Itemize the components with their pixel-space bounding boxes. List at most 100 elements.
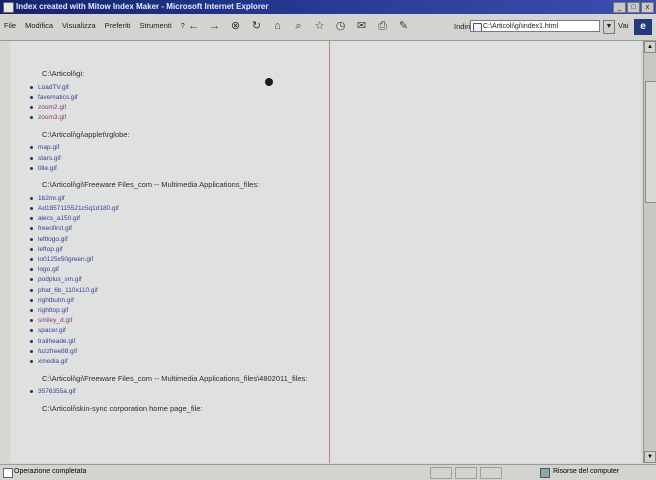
file-link[interactable]: title.gif	[38, 165, 57, 172]
file-link[interactable]: phat_6b_110x110.gif	[38, 287, 98, 294]
menu-help[interactable]: ?	[181, 21, 185, 30]
list-item: logo.gif	[22, 265, 307, 275]
list-item: stars.gif	[22, 153, 307, 163]
list-item: xmedia.gif	[22, 356, 307, 366]
list-item: podplus_sm.gif	[22, 275, 307, 285]
bullet-icon	[30, 329, 33, 333]
file-link[interactable]: favematics.gif	[38, 94, 78, 101]
minimize-button[interactable]: _	[613, 2, 626, 13]
go-button[interactable]: Vai	[618, 21, 628, 30]
stop-icon[interactable]: ⊗	[228, 19, 243, 34]
file-link[interactable]: xmedia.gif	[38, 358, 68, 365]
file-link[interactable]: rightbutm.gif	[38, 297, 74, 304]
list-item: zoom3.gif	[22, 113, 307, 123]
status-bar: Operazione completata Risorse del comput…	[0, 464, 656, 480]
file-link[interactable]: zoom2.gif	[38, 104, 66, 111]
status-pane	[430, 467, 452, 479]
search-icon[interactable]: ⌕	[291, 19, 306, 34]
file-link[interactable]: leftlogo.gif	[38, 236, 68, 243]
page-icon	[473, 23, 482, 31]
list-item: trailheade.gif	[22, 336, 307, 346]
file-link[interactable]: fuzzfree88.gif	[38, 348, 77, 355]
back-icon[interactable]: ←	[186, 19, 201, 34]
directory-path: C:\Articoli\gi\applet\rglobe:	[42, 129, 130, 139]
bullet-icon	[30, 196, 33, 200]
status-text: Operazione completata	[14, 468, 87, 475]
close-button[interactable]: x	[641, 2, 654, 13]
directory-path: C:\Articoli\gi\Freeware Files_com -- Mul…	[42, 180, 260, 190]
list-item: favematics.gif	[22, 92, 307, 102]
address-input[interactable]: C:\Articoli\gi\index1.html	[470, 20, 600, 32]
list-item: lo0125x50green.gif	[22, 254, 307, 264]
file-link[interactable]: trailheade.gif	[38, 338, 75, 345]
browser-window: Index created with Mitow Index Maker - M…	[0, 0, 656, 480]
file-link[interactable]: leftop.gif	[38, 246, 63, 253]
directory-section: C:\Articoli\gi\Freeware Files_com -- Mul…	[22, 374, 307, 397]
menu-strumenti[interactable]: Strumenti	[140, 21, 172, 30]
list-item: leftop.gif	[22, 244, 307, 254]
file-link[interactable]: LoadTV.gif	[38, 84, 69, 91]
file-link[interactable]: 1b2mr.gif	[38, 195, 65, 202]
bullet-icon	[30, 85, 33, 89]
address-dropdown-icon[interactable]: ▼	[603, 20, 615, 34]
menu-visualizza[interactable]: Visualizza	[62, 21, 96, 30]
scroll-down-icon[interactable]: ▼	[644, 451, 656, 463]
directory-listing: C:\Articoli\gi: LoadTV.gif favematics.gif z…	[22, 69, 307, 420]
page-done-icon	[3, 468, 13, 478]
menu-preferiti[interactable]: Preferiti	[105, 21, 131, 30]
home-icon[interactable]: ⌂	[270, 19, 285, 34]
file-link[interactable]: stars.gif	[38, 155, 61, 162]
bullet-icon	[30, 227, 33, 231]
bullet-icon	[30, 319, 33, 323]
file-link[interactable]: freeofirst.gif	[38, 225, 72, 232]
bullet-icon	[30, 105, 33, 109]
window-controls: _ □ x	[613, 2, 654, 13]
bullet-icon	[30, 308, 33, 312]
ie-app-icon[interactable]	[3, 2, 14, 13]
file-link[interactable]: podplus_sm.gif	[38, 276, 82, 283]
directory-section: C:\Articoli\gi\Freeware Files_com -- Mul…	[22, 180, 307, 366]
file-link[interactable]: Ad1857115521c5q1d180.gif	[38, 205, 119, 212]
maximize-button[interactable]: □	[627, 2, 640, 13]
file-link[interactable]: righttop.gif	[38, 307, 68, 314]
file-link[interactable]: logo.gif	[38, 266, 59, 273]
bullet-icon	[30, 237, 33, 241]
bullet-icon	[30, 166, 33, 170]
bullet-icon	[30, 258, 33, 262]
file-link[interactable]: map.gif	[38, 144, 59, 151]
page-content: C:\Articoli\gi: LoadTV.gif favematics.gif z…	[10, 41, 641, 463]
margin-guide-line	[329, 41, 330, 463]
status-pane	[455, 467, 477, 479]
print-icon[interactable]: ⎙	[375, 19, 390, 34]
vertical-scrollbar[interactable]: ▲ ▼	[643, 41, 656, 463]
file-link[interactable]: smiley_d.gif	[38, 317, 72, 324]
bullet-icon	[30, 390, 33, 394]
list-item: alecs_a150.gif	[22, 214, 307, 224]
file-link[interactable]: zoom3.gif	[38, 114, 66, 121]
bullet-icon	[30, 116, 33, 120]
mail-icon[interactable]: ✉	[354, 19, 369, 34]
forward-icon[interactable]: →	[207, 19, 222, 34]
menu-file[interactable]: File	[4, 21, 16, 30]
menu-modifica[interactable]: Modifica	[25, 21, 53, 30]
bullet-icon	[30, 146, 33, 150]
file-link[interactable]: 3576355a.gif	[38, 388, 76, 395]
bullet-icon	[30, 95, 33, 99]
list-item: fuzzfree88.gif	[22, 346, 307, 356]
ie-logo-icon: e	[634, 19, 652, 35]
list-item: spacer.gif	[22, 326, 307, 336]
bullet-icon	[30, 298, 33, 302]
edit-icon[interactable]: ✎	[396, 19, 411, 34]
scroll-thumb[interactable]	[645, 81, 656, 203]
file-link[interactable]: alecs_a150.gif	[38, 215, 80, 222]
list-item: title.gif	[22, 163, 307, 173]
history-icon[interactable]: ◷	[333, 19, 348, 34]
list-item: freeofirst.gif	[22, 224, 307, 234]
file-link[interactable]: spacer.gif	[38, 327, 66, 334]
favorites-icon[interactable]: ☆	[312, 19, 327, 34]
scroll-up-icon[interactable]: ▲	[644, 41, 656, 53]
computer-zone-icon	[540, 468, 550, 478]
refresh-icon[interactable]: ↻	[249, 19, 264, 34]
bullet-icon	[30, 268, 33, 272]
file-link[interactable]: lo0125x50green.gif	[38, 256, 93, 263]
